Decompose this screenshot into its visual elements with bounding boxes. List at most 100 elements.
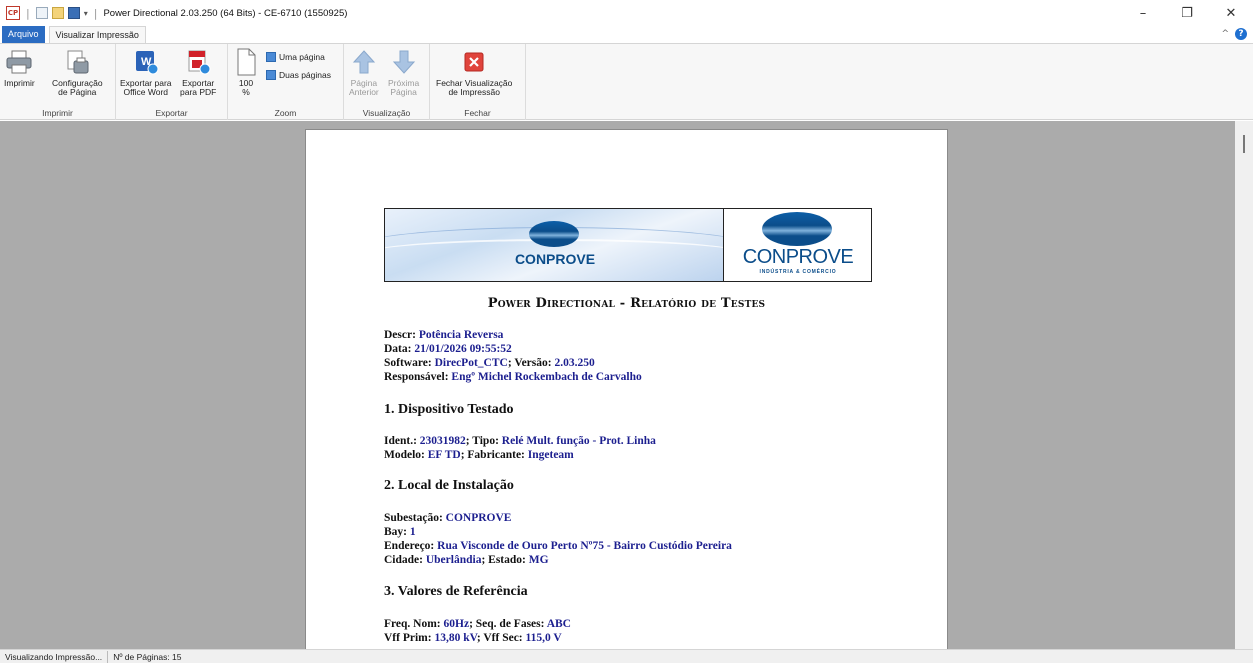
line-vff: Vff Prim: 13,80 kV; Vff Sec: 115,0 V: [384, 631, 562, 645]
line-endereco: Endereço: Rua Visconde de Ouro Perto Nº7…: [384, 539, 732, 553]
save-icon[interactable]: [67, 7, 80, 19]
page-config-label-2: de Página: [58, 87, 97, 97]
label: Modelo:: [384, 449, 428, 461]
group-zoom: 100 % Uma página Duas páginas Zoom: [228, 44, 344, 120]
tab-visualizar-impressao[interactable]: Visualizar Impressão: [48, 26, 146, 43]
previous-page-button[interactable]: Página Anterior: [349, 48, 379, 97]
printer-icon: [5, 48, 33, 76]
group-label-imprimir: Imprimir: [42, 108, 73, 118]
value: ABC: [546, 618, 571, 630]
value: 1: [409, 526, 416, 538]
label: Endereço:: [384, 540, 438, 552]
qat-separator: |: [93, 6, 98, 20]
title-bar: CP | ▾ | Power Directional 2.03.250 (64 …: [0, 0, 1253, 26]
label: Vff Prim:: [384, 632, 435, 644]
window-controls: – ❐ ✕: [1121, 0, 1253, 26]
group-label-fechar: Fechar: [464, 108, 491, 118]
conprove-logo-large-icon: [762, 212, 832, 246]
qat-separator: |: [26, 6, 30, 20]
label: Cidade:: [384, 554, 426, 566]
minimize-button[interactable]: –: [1121, 0, 1165, 26]
group-imprimir: Imprimir Configuração de Página Imprimir: [0, 44, 116, 120]
one-page-button[interactable]: Uma página: [266, 52, 325, 62]
value: 115,0 V: [525, 632, 562, 644]
new-file-icon[interactable]: [35, 7, 48, 19]
line-modelo: Modelo: EF TD; Fabricante: Ingeteam: [384, 448, 574, 462]
label: ; Fabricante:: [460, 449, 528, 461]
section-heading: 1. Dispositivo Testado: [384, 402, 514, 417]
group-label-visualizacao: Visualização: [362, 108, 411, 118]
restore-button[interactable]: ❐: [1165, 0, 1209, 26]
section-heading: 3. Valores de Referência: [384, 584, 528, 599]
ribbon-tabs: Arquivo Visualizar Impressão ^ ?: [0, 26, 1253, 43]
value: Ingeteam: [527, 449, 574, 461]
banner-logo-text-right: CONPROVE: [742, 246, 854, 268]
close-window-button[interactable]: ✕: [1209, 0, 1253, 26]
value: 23031982: [419, 435, 466, 447]
line-descr: Descr: Potência Reversa: [384, 328, 503, 342]
page-count: Nº de Páginas: 15: [113, 651, 182, 662]
banner-logo-subtext: INDÚSTRIA & COMÉRCIO: [759, 269, 837, 275]
line-freq: Freq. Nom: 60Hz; Seq. de Fases: ABC: [384, 617, 571, 631]
banner-logo-text-left: CONPROVE: [514, 251, 596, 267]
print-button[interactable]: Imprimir: [4, 48, 35, 88]
export-pdf-button[interactable]: Exportar para PDF: [180, 48, 216, 97]
value: Uberlândia: [425, 554, 482, 566]
next-page-button[interactable]: Próxima Página: [388, 48, 419, 97]
report-banner: CONPROVE CONPROVE INDÚSTRIA & COMÉRCIO: [384, 208, 872, 282]
vertical-scrollbar[interactable]: [1235, 121, 1253, 649]
pdf-export-icon: [184, 48, 212, 76]
ribbon: Imprimir Configuração de Página Imprimir…: [0, 43, 1253, 120]
section-heading: 2. Local de Instalação: [384, 478, 514, 493]
window-title: Power Directional 2.03.250 (64 Bits) - C…: [103, 7, 348, 19]
export-pdf-label-2: para PDF: [180, 87, 217, 97]
value: 13,80 kV: [434, 632, 477, 644]
export-word-button[interactable]: W Exportar para Office Word: [120, 48, 172, 97]
one-page-label: Uma página: [279, 52, 325, 62]
value: EF TD: [427, 449, 461, 461]
group-label-zoom: Zoom: [274, 108, 297, 118]
line-subestacao: Subestação: CONPROVE: [384, 511, 511, 525]
page-config-button[interactable]: Configuração de Página: [52, 48, 103, 97]
line-responsavel: Responsável: Engº Michel Rockembach de C…: [384, 370, 642, 384]
value: Rua Visconde de Ouro Perto Nº75 - Bairro…: [437, 540, 732, 552]
open-folder-icon[interactable]: [51, 7, 64, 19]
label: Descr:: [384, 329, 419, 341]
banner-left: CONPROVE: [385, 209, 724, 281]
group-fechar: Fechar Visualização de Impressão Fechar: [430, 44, 526, 120]
report-title: Power Directional - Relatório de Testes: [487, 296, 766, 311]
page-zoom-icon: [232, 48, 260, 76]
arrow-down-icon: [390, 48, 418, 76]
tab-arquivo[interactable]: Arquivo: [2, 26, 45, 43]
two-pages-icon: [266, 70, 276, 80]
zoom-unit: %: [242, 87, 250, 97]
customize-qat-icon[interactable]: ▾: [84, 9, 88, 18]
two-pages-label: Duas páginas: [279, 70, 331, 80]
label: Software:: [384, 357, 435, 369]
word-export-icon: W: [132, 48, 160, 76]
collapse-ribbon-icon[interactable]: ^: [1221, 29, 1229, 39]
print-preview-area[interactable]: CONPROVE CONPROVE INDÚSTRIA & COMÉRCIO P…: [0, 121, 1253, 649]
label: Responsável:: [384, 371, 452, 383]
value: 60Hz: [443, 618, 470, 630]
label: Ident.:: [384, 435, 420, 447]
export-word-label-2: Office Word: [123, 87, 169, 97]
zoom-100-button[interactable]: 100 %: [232, 48, 260, 97]
help-icon[interactable]: ?: [1235, 28, 1247, 40]
close-preview-label-2: de Impressão: [448, 87, 500, 97]
app-window: CP | ▾ | Power Directional 2.03.250 (64 …: [0, 0, 1253, 663]
status-bar: Visualizando Impressão... Nº de Páginas:…: [0, 649, 1253, 663]
conprove-logo-icon: [529, 221, 579, 247]
scrollbar-thumb[interactable]: [1243, 135, 1245, 153]
line-cidade: Cidade: Uberlândia; Estado: MG: [384, 553, 549, 567]
label: Freq. Nom:: [384, 618, 444, 630]
app-icon[interactable]: CP: [6, 6, 20, 20]
label: Bay:: [384, 526, 410, 538]
page-setup-icon: [63, 48, 91, 76]
value: 2.03.250: [554, 357, 595, 369]
two-pages-button[interactable]: Duas páginas: [266, 70, 331, 80]
label: ; Versão:: [507, 357, 555, 369]
line-ident: Ident.: 23031982; Tipo: Relé Mult. funçã…: [384, 434, 656, 448]
close-preview-button[interactable]: Fechar Visualização de Impressão: [436, 48, 512, 97]
group-visualizacao: Página Anterior Próxima Página Visualiza…: [344, 44, 430, 120]
